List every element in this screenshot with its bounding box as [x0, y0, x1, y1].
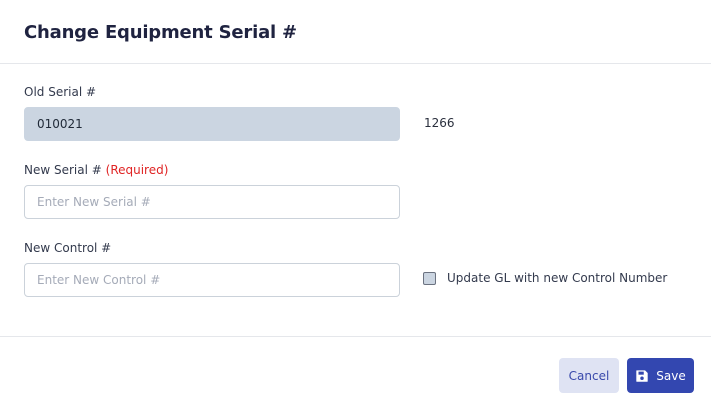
old-serial-field: [24, 107, 400, 141]
save-button-label: Save: [656, 368, 686, 383]
old-serial-label: Old Serial #: [24, 85, 97, 99]
change-serial-dialog: Change Equipment Serial # Old Serial # 1…: [0, 0, 711, 410]
new-control-input[interactable]: [24, 263, 400, 297]
cancel-button[interactable]: Cancel: [559, 358, 619, 393]
new-control-label: New Control #: [24, 241, 112, 255]
update-gl-option[interactable]: Update GL with new Control Number: [423, 271, 667, 285]
required-indicator: (Required): [105, 163, 169, 177]
dialog-title: Change Equipment Serial #: [24, 22, 297, 43]
cancel-button-label: Cancel: [568, 368, 610, 383]
new-serial-label: New Serial #: [24, 163, 102, 177]
new-serial-label-row: New Serial # (Required): [24, 163, 168, 177]
old-control-number: 1266: [424, 116, 455, 130]
update-gl-checkbox[interactable]: [423, 271, 436, 285]
floppy-disk-icon: [636, 369, 648, 382]
new-serial-input[interactable]: [24, 185, 400, 219]
dialog-header: Change Equipment Serial #: [0, 0, 711, 64]
update-gl-label[interactable]: Update GL with new Control Number: [447, 271, 667, 285]
save-button[interactable]: Save: [627, 358, 694, 393]
dialog-footer: Cancel Save: [0, 336, 711, 410]
